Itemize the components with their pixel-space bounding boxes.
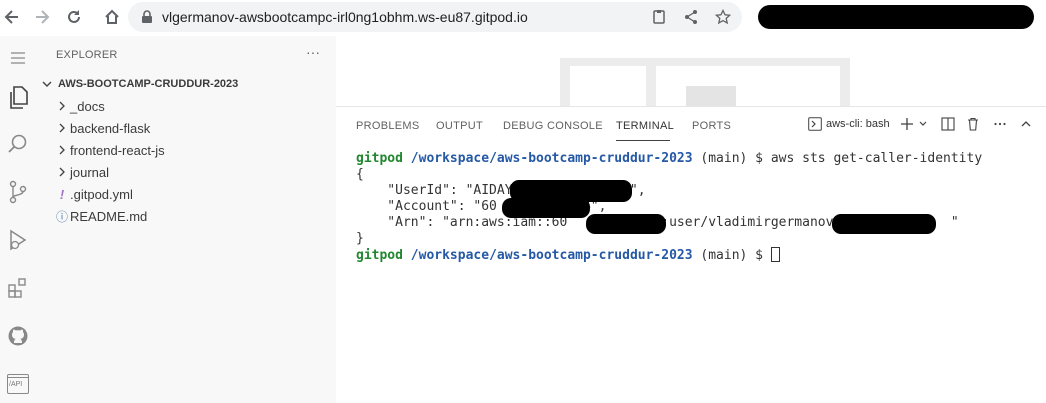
terminal-name: aws-cli: bash [826, 118, 890, 130]
address-bar[interactable]: vlgermanov-awsbootcampc-irl0ng1obhm.ws-e… [128, 2, 742, 32]
tab-debug-console[interactable]: DEBUG CONSOLE [503, 120, 603, 132]
more-icon[interactable] [993, 117, 1007, 131]
tab-terminal[interactable]: TERMINAL [616, 120, 674, 132]
terminal-output[interactable]: gitpod /workspace/aws-bootcamp-cruddur-2… [356, 151, 982, 263]
github-icon[interactable] [0, 318, 36, 354]
redaction-blob [832, 214, 936, 234]
active-tab-indicator [616, 140, 670, 141]
tree-item-label: .gitpod.yml [70, 186, 133, 202]
tree-file-readme[interactable]: ⓘ README.md [54, 206, 147, 226]
tree-folder-backend-flask[interactable]: backend-flask [54, 118, 150, 138]
copy-icon[interactable] [651, 9, 667, 30]
forward-arrow-icon[interactable] [30, 5, 54, 29]
prompt-user: gitpod [356, 248, 403, 263]
chevron-right-icon [54, 100, 70, 112]
terminal-icon [808, 117, 822, 131]
explorer-sidebar: EXPLORER ··· AWS-BOOTCAMP-CRUDDUR-2023 _… [36, 36, 336, 403]
prompt-branch: (main) $ [692, 151, 771, 166]
bottom-panel: PROBLEMS OUTPUT DEBUG CONSOLE TERMINAL P… [336, 106, 1046, 403]
tree-item-label: journal [70, 164, 110, 180]
tab-output[interactable]: OUTPUT [436, 120, 483, 132]
activity-bar: /API [0, 36, 36, 403]
workspace-folder-header[interactable]: AWS-BOOTCAMP-CRUDDUR-2023 [40, 75, 238, 93]
chevron-down-icon[interactable] [918, 119, 928, 129]
reload-icon[interactable] [62, 5, 86, 29]
prompt-user: gitpod [356, 151, 403, 166]
tab-ports[interactable]: PORTS [692, 120, 731, 132]
terminal-line: "UserId": "AIDAY 7", [356, 183, 646, 198]
tree-item-label: frontend-react-js [70, 142, 165, 158]
workspace-folder-label: AWS-BOOTCAMP-CRUDDUR-2023 [58, 78, 239, 90]
prompt-path: /workspace/aws-bootcamp-cruddur-2023 [410, 248, 693, 263]
redacted-extensions [758, 5, 1034, 29]
api-icon-label: /API [9, 381, 23, 388]
terminal-line: gitpod /workspace/aws-bootcamp-cruddur-2… [356, 247, 982, 263]
redaction-blob [502, 198, 590, 218]
chevron-down-icon [42, 81, 52, 87]
run-debug-icon[interactable] [0, 222, 36, 258]
back-arrow-icon[interactable] [0, 5, 24, 29]
terminal-selector[interactable]: aws-cli: bash [808, 117, 890, 131]
tree-item-label: backend-flask [70, 120, 151, 136]
home-icon[interactable] [100, 5, 124, 29]
command-text: aws sts get-caller-identity [770, 151, 983, 166]
menu-icon[interactable] [0, 40, 36, 76]
star-icon[interactable] [714, 8, 732, 30]
maximize-panel-icon[interactable] [1019, 117, 1033, 131]
prompt-branch: (main) $ [692, 248, 771, 263]
tree-folder-journal[interactable]: journal [54, 162, 109, 182]
terminal-line: { [356, 167, 364, 182]
info-icon: ⓘ [55, 209, 68, 224]
editor-watermark-part [686, 86, 736, 106]
files-icon[interactable] [0, 80, 36, 116]
share-icon[interactable] [683, 9, 699, 30]
tree-folder-docs[interactable]: _docs [54, 96, 105, 116]
browser-toolbar: vlgermanov-awsbootcampc-irl0ng1obhm.ws-e… [0, 0, 1046, 36]
explorer-title: EXPLORER [56, 49, 118, 61]
url-text[interactable]: vlgermanov-awsbootcampc-irl0ng1obhm.ws-e… [162, 9, 528, 25]
editor-watermark-part [656, 66, 840, 106]
trash-icon[interactable] [966, 117, 980, 131]
lock-icon[interactable] [141, 10, 153, 29]
editor-watermark-part [570, 66, 646, 106]
chevron-right-icon [54, 122, 70, 134]
more-actions-icon[interactable]: ··· [306, 44, 320, 60]
chevron-right-icon [54, 144, 70, 156]
source-control-icon[interactable] [0, 174, 36, 210]
api-icon[interactable]: /API [0, 366, 36, 402]
split-terminal-icon[interactable] [941, 117, 955, 131]
terminal-line: gitpod /workspace/aws-bootcamp-cruddur-2… [356, 151, 982, 167]
new-terminal-icon[interactable] [900, 117, 914, 131]
terminal-line: "Account": "60 94", [356, 199, 607, 214]
terminal-cursor [770, 247, 780, 262]
redaction-blob [586, 214, 666, 234]
tree-item-label: _docs [70, 98, 105, 114]
tab-problems[interactable]: PROBLEMS [356, 120, 420, 132]
prompt-path: /workspace/aws-bootcamp-cruddur-2023 [410, 151, 693, 166]
extensions-icon[interactable] [0, 270, 36, 306]
chevron-right-icon [54, 166, 70, 178]
tree-item-label: README.md [70, 208, 148, 224]
search-icon[interactable] [0, 126, 36, 162]
yaml-file-icon: ! [59, 186, 65, 202]
tree-file-gitpod-yml[interactable]: ! .gitpod.yml [54, 184, 133, 204]
editor-area[interactable] [336, 36, 1046, 106]
tree-folder-frontend-react-js[interactable]: frontend-react-js [54, 140, 165, 160]
